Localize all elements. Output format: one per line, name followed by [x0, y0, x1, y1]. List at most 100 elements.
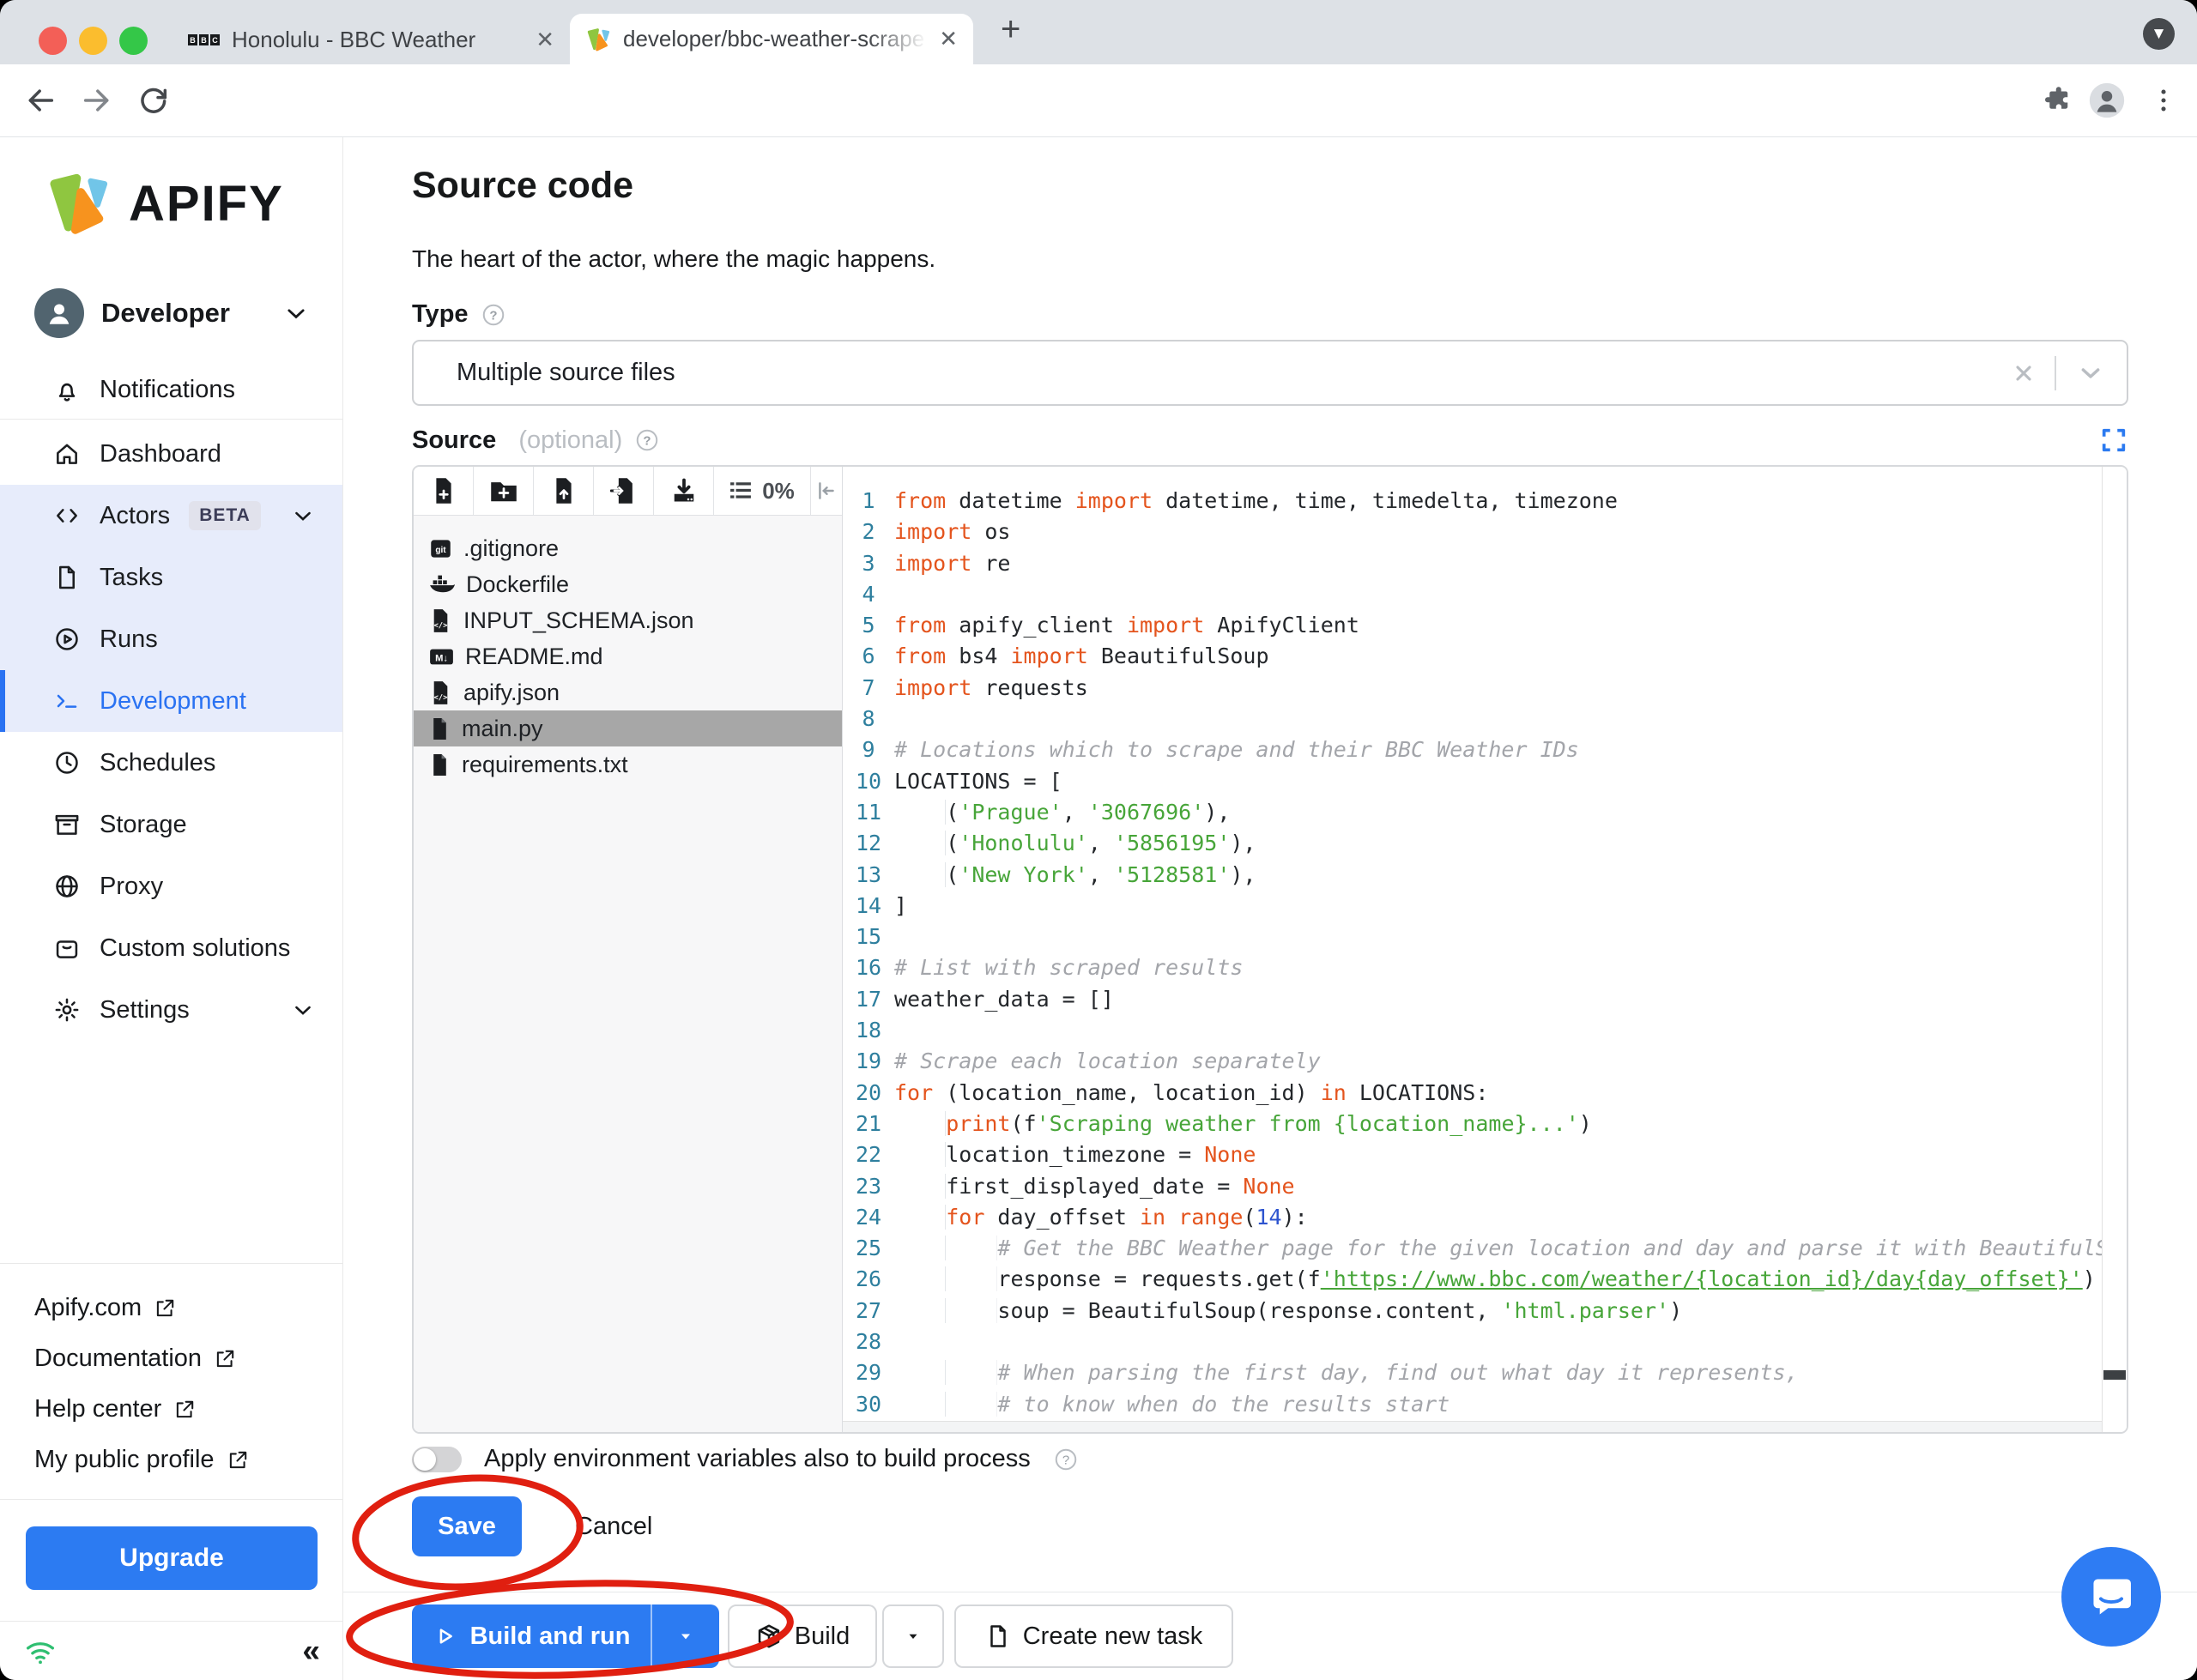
file-name: Dockerfile [466, 571, 570, 597]
sidebar-link-apify-com[interactable]: Apify.com [34, 1283, 342, 1333]
sidebar-link-my-public-profile[interactable]: My public profile [34, 1435, 342, 1485]
close-tab-icon[interactable]: ✕ [536, 27, 554, 53]
file-icon [990, 1625, 1006, 1647]
sidebar-item-development[interactable]: Development [0, 670, 342, 732]
file-item-main.py[interactable]: main.py [414, 710, 842, 746]
sidebar-item-custom-solutions[interactable]: Custom solutions [0, 917, 342, 979]
help-icon[interactable]: ? [1053, 1447, 1079, 1472]
help-icon[interactable]: ? [634, 427, 660, 453]
new-tab-button[interactable]: + [1001, 10, 1020, 49]
zoom-control[interactable]: 0% [714, 467, 811, 515]
build-button[interactable]: Build [728, 1604, 877, 1668]
horizontal-scrollbar[interactable] [843, 1421, 2102, 1432]
file-tree-panel: 0% git .gitignore Dockerfile </> INPUT_SC… [414, 467, 843, 1432]
tab-bbc-weather[interactable]: BBC Honolulu - BBC Weather ✕ [176, 15, 566, 64]
close-window-button[interactable] [39, 27, 67, 55]
close-tab-icon[interactable]: ✕ [939, 26, 958, 52]
chevron-down-icon[interactable] [2077, 360, 2104, 387]
upgrade-button[interactable]: Upgrade [26, 1526, 318, 1590]
file-item-input_schema.json[interactable]: </> INPUT_SCHEMA.json [414, 602, 842, 638]
code-editor[interactable]: 1 from datetime import datetime, time, ti… [843, 467, 2102, 1432]
bag-icon [53, 934, 81, 962]
back-icon[interactable] [21, 81, 60, 120]
sidebar-item-schedules[interactable]: Schedules [0, 732, 342, 794]
vertical-scrollbar[interactable] [2102, 467, 2127, 1432]
sidebar-item-label: Tasks [100, 563, 164, 591]
external-link-icon [154, 1297, 176, 1320]
fullscreen-icon[interactable] [2099, 426, 2128, 455]
env-vars-toggle[interactable] [412, 1446, 462, 1472]
new-folder-button[interactable] [474, 467, 534, 515]
collapse-sidebar-icon[interactable]: « [302, 1633, 320, 1669]
extensions-icon[interactable] [2038, 81, 2078, 120]
code-line: 29 # When parsing the first day, find ou… [843, 1357, 2102, 1388]
apify-logo-text: APIFY [129, 175, 284, 232]
create-new-task-button[interactable]: Create new task [954, 1604, 1233, 1668]
zoom-window-button[interactable] [119, 27, 148, 55]
docker-file-icon [429, 573, 455, 595]
code-line: 19 # Scrape each location separately [843, 1046, 2102, 1077]
build-dropdown[interactable] [882, 1604, 944, 1668]
clock-icon [53, 749, 81, 777]
account-switcher[interactable]: Developer [34, 288, 309, 338]
sidebar-item-label: Actors [100, 501, 171, 529]
new-file-button[interactable] [414, 467, 474, 515]
file-item-.gitignore[interactable]: git .gitignore [414, 530, 842, 566]
code-line: 14] [843, 891, 2102, 922]
scrollbar-thumb[interactable] [2103, 1370, 2126, 1380]
sidebar-item-actors[interactable]: Actors BETA [0, 485, 342, 547]
main-content: Source code The heart of the actor, wher… [343, 137, 2197, 1680]
browser-profile-avatar[interactable] [2087, 81, 2127, 120]
line-number: 5 [862, 613, 875, 638]
line-number: 7 [862, 674, 875, 700]
sidebar-menu: Dashboard Actors BETA Tasks Runs Developm… [0, 423, 342, 1041]
sidebar-item-tasks[interactable]: Tasks [0, 547, 342, 608]
code-line: 30 # to know when do the results start [843, 1389, 2102, 1420]
apify-logo[interactable]: APIFY [45, 170, 284, 237]
sidebar-item-notifications[interactable]: Notifications [53, 376, 235, 404]
line-number: 8 [862, 706, 875, 732]
chat-bubble-icon [2093, 1579, 2131, 1615]
help-icon[interactable]: ? [481, 302, 506, 328]
chevron-down-icon [291, 998, 315, 1022]
minimize-window-button[interactable] [79, 27, 107, 55]
code-line: 28 [843, 1326, 2102, 1357]
chevron-down-icon [287, 309, 305, 319]
sidebar-item-storage[interactable]: Storage [0, 794, 342, 855]
sidebar-link-documentation[interactable]: Documentation [34, 1333, 342, 1384]
reload-icon[interactable] [134, 81, 173, 120]
line-number: 15 [855, 924, 882, 950]
clear-icon[interactable] [2012, 361, 2036, 385]
download-button[interactable] [654, 467, 714, 515]
code-line: 26 response = requests.get(f'https://www… [843, 1264, 2102, 1295]
chat-widget-button[interactable] [2061, 1547, 2161, 1647]
file-item-requirements.txt[interactable]: requirements.txt [414, 746, 842, 783]
build-and-run-dropdown[interactable] [652, 1604, 719, 1668]
import-file-button[interactable] [594, 467, 654, 515]
collapse-panel-icon[interactable] [811, 467, 842, 515]
sidebar-item-proxy[interactable]: Proxy [0, 855, 342, 917]
search-tabs-button[interactable]: ▼ [2143, 18, 2175, 50]
file-item-apify.json[interactable]: </> apify.json [414, 674, 842, 710]
tab-apify-console[interactable]: developer/bbc-weather-scrape ✕ [570, 14, 973, 64]
code-line: 25 # Get the BBC Weather page for the gi… [843, 1233, 2102, 1264]
sidebar-item-settings[interactable]: Settings [0, 979, 342, 1041]
line-number: 13 [855, 861, 882, 887]
cancel-button[interactable]: Cancel [575, 1513, 652, 1541]
line-number: 10 [855, 768, 882, 794]
build-and-run-button[interactable]: Build and run [412, 1604, 651, 1668]
file-item-readme.md[interactable]: M↓ README.md [414, 638, 842, 674]
forward-icon[interactable] [77, 81, 117, 120]
code-line: 2 import os [843, 517, 2102, 547]
sidebar-item-dashboard[interactable]: Dashboard [0, 423, 342, 485]
file-item-dockerfile[interactable]: Dockerfile [414, 566, 842, 602]
type-select[interactable]: Multiple source files [412, 340, 2128, 406]
save-button[interactable]: Save [412, 1496, 522, 1556]
browser-menu-icon[interactable] [2144, 81, 2183, 120]
sidebar: APIFY Developer Notifications Dashboard … [0, 137, 343, 1680]
line-number: 24 [855, 1204, 882, 1230]
sidebar-item-runs[interactable]: Runs [0, 608, 342, 670]
sidebar-link-help-center[interactable]: Help center [34, 1384, 342, 1435]
svg-text:M↓: M↓ [435, 653, 448, 663]
upload-file-button[interactable] [534, 467, 594, 515]
